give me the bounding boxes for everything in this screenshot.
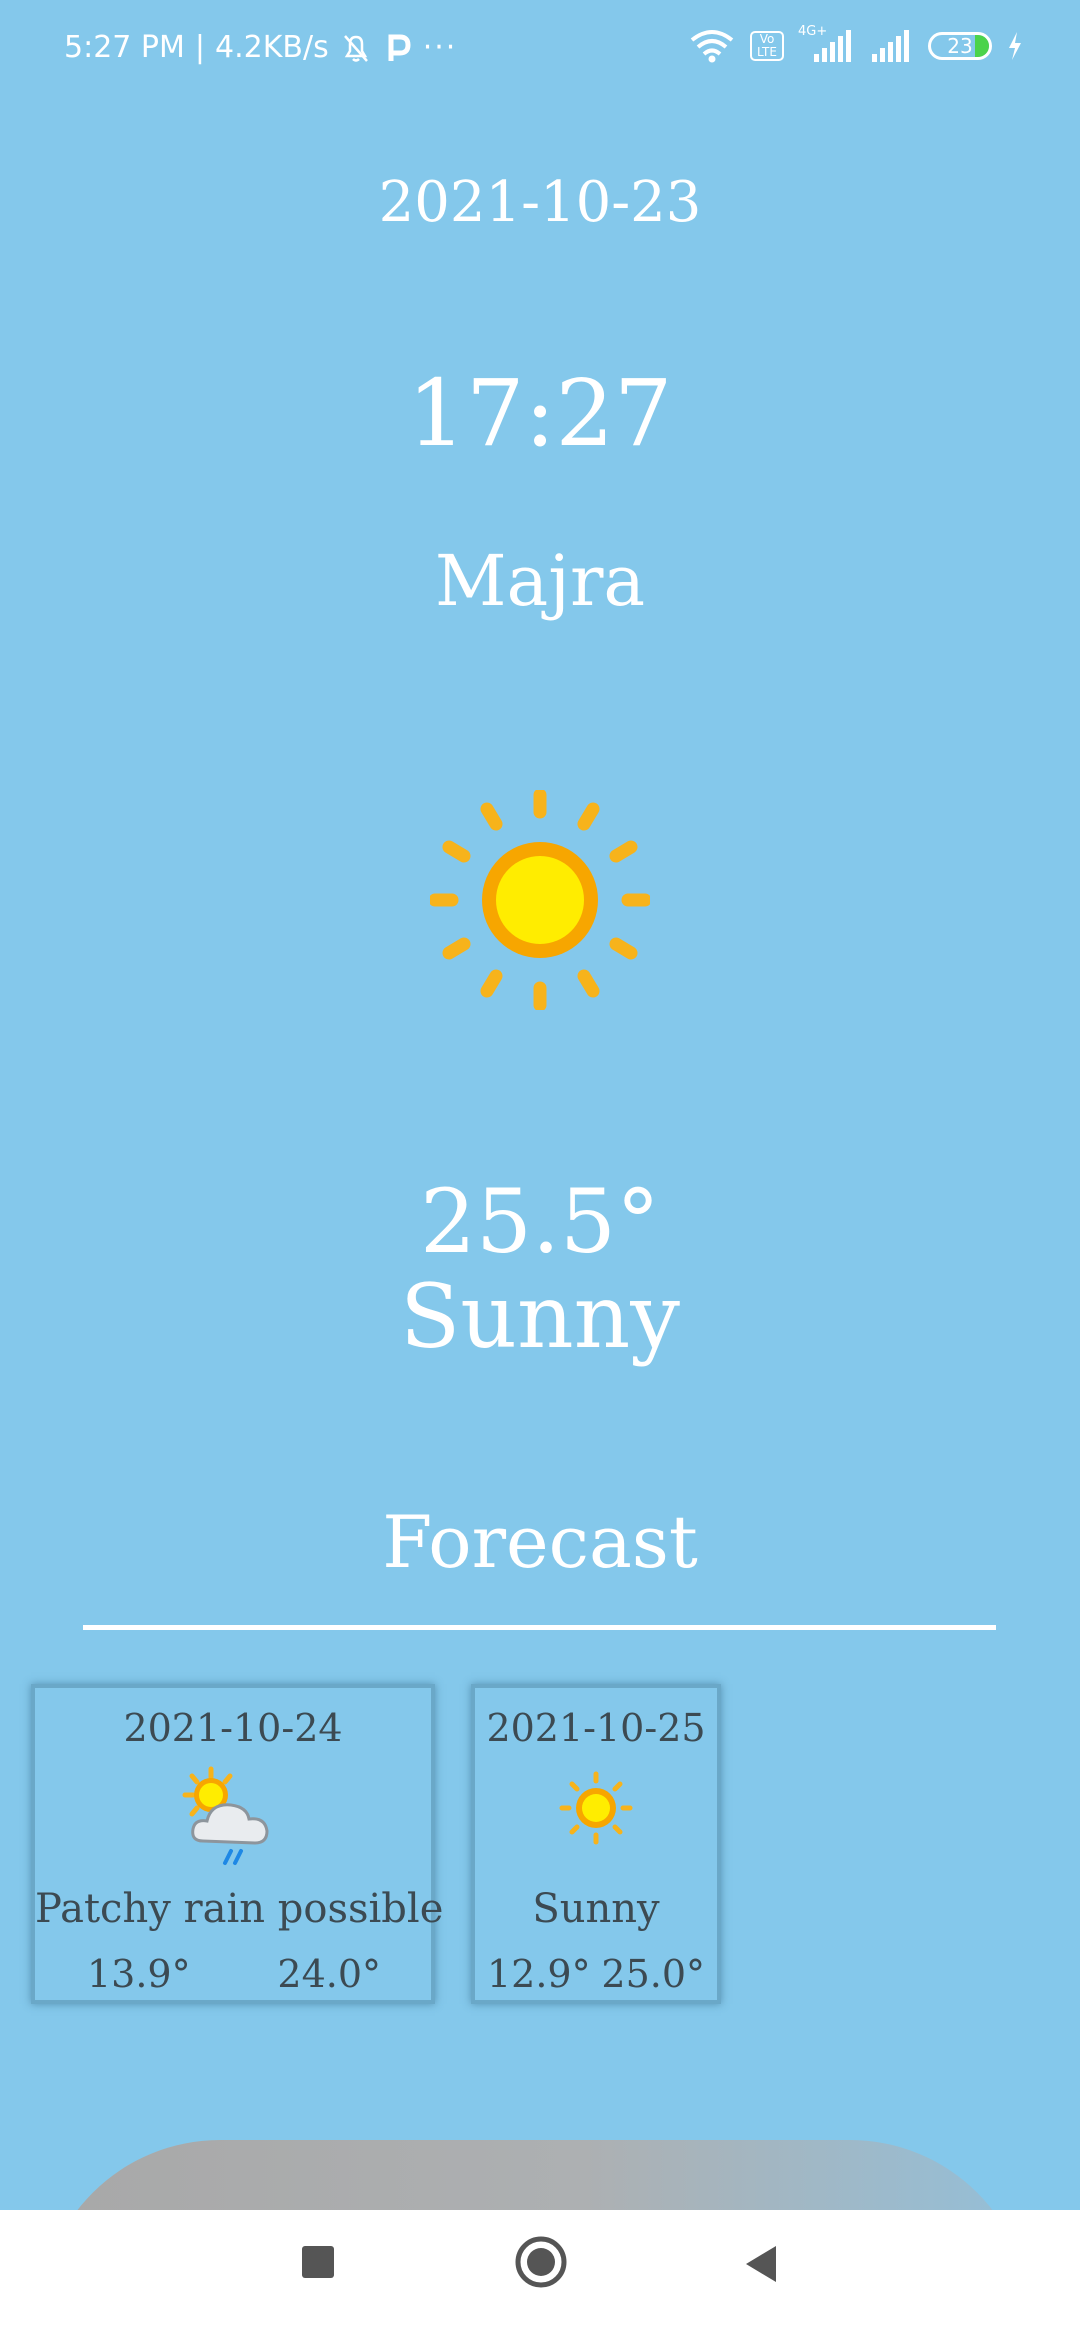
forecast-date: 2021-10-24 bbox=[123, 1706, 343, 1750]
signal-4g-group: 4G+ bbox=[798, 24, 856, 64]
forecast-condition: Sunny bbox=[532, 1886, 660, 1932]
location-name: Majra bbox=[434, 540, 646, 622]
current-time: 17:27 bbox=[407, 360, 673, 467]
forecast-card[interactable]: 2021-10-24 Patchy rain possible 13.9° 24… bbox=[31, 1684, 444, 2004]
recent-apps-icon[interactable] bbox=[300, 2244, 336, 2280]
forecast-title: Forecast bbox=[382, 1500, 698, 1584]
signal-bars-icon bbox=[814, 30, 851, 62]
status-right: Vo LTE 4G+ 23 bbox=[688, 24, 1024, 64]
bell-muted-icon bbox=[343, 34, 368, 62]
wifi-icon bbox=[690, 30, 734, 63]
more-notifications-icon: ··· bbox=[422, 30, 458, 65]
forecast-divider bbox=[83, 1625, 996, 1630]
forecast-min-temp: 12.9° bbox=[487, 1952, 591, 1996]
current-condition: Sunny bbox=[399, 1265, 681, 1368]
back-icon[interactable] bbox=[742, 2244, 782, 2284]
battery-icon: 23 bbox=[928, 32, 992, 60]
volte-icon: Vo LTE bbox=[750, 31, 784, 61]
status-time: 5:27 PM bbox=[64, 30, 185, 65]
current-date: 2021-10-23 bbox=[378, 170, 702, 235]
forecast-max-temp: 25.0° bbox=[601, 1952, 705, 1996]
battery-level: 23 bbox=[947, 34, 973, 58]
navigation-bar bbox=[0, 2210, 1080, 2340]
status-speed: 4.2KB/s bbox=[215, 30, 329, 65]
status-separator: | bbox=[194, 30, 205, 65]
patchy-rain-icon bbox=[182, 1766, 269, 1865]
forecast-date: 2021-10-25 bbox=[486, 1706, 706, 1750]
home-icon[interactable] bbox=[514, 2235, 568, 2289]
status-bar: 5:27 PM | 4.2KB/s ··· Vo LTE 4G+ 23 bbox=[0, 0, 1080, 100]
parking-app-icon bbox=[388, 34, 411, 61]
sun-icon bbox=[559, 1771, 633, 1845]
forecast-card[interactable]: 2021-10-25 Sunny 12.9° 25.0° bbox=[471, 1684, 721, 2004]
forecast-condition: Patchy rain possible bbox=[35, 1886, 444, 1932]
forecast-max-temp: 24.0° bbox=[277, 1952, 381, 1996]
status-left: 5:27 PM | 4.2KB/s ··· bbox=[64, 30, 457, 65]
sun-icon bbox=[430, 790, 650, 1010]
charging-icon bbox=[1009, 32, 1021, 60]
current-temperature: 25.5° bbox=[420, 1170, 660, 1273]
signal-bars-2-icon bbox=[872, 30, 909, 62]
forecast-min-temp: 13.9° bbox=[87, 1952, 191, 1996]
